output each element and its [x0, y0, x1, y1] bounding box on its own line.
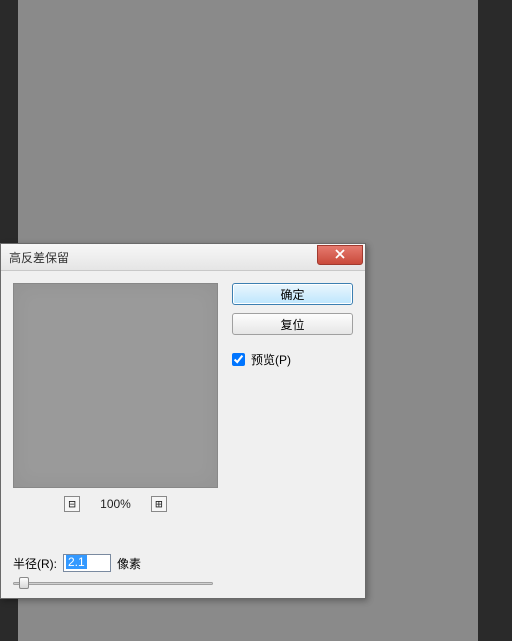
- reset-button[interactable]: 复位: [232, 313, 353, 335]
- slider-thumb[interactable]: [19, 577, 29, 589]
- minus-icon: ⊟: [69, 498, 76, 510]
- preview-checkbox-label: 预览(P): [251, 351, 291, 368]
- radius-value: 2.1: [66, 555, 87, 569]
- zoom-out-button[interactable]: ⊟: [64, 496, 80, 512]
- preview-column: ⊟ 100% ⊞: [13, 283, 218, 512]
- ok-button[interactable]: 确定: [232, 283, 353, 305]
- preview-checkbox-row[interactable]: 预览(P): [232, 351, 353, 368]
- plus-icon: ⊞: [155, 498, 162, 510]
- zoom-controls: ⊟ 100% ⊞: [13, 496, 218, 512]
- ok-label: 确定: [280, 286, 304, 303]
- high-pass-dialog: 高反差保留 ⊟ 100% ⊞ 确定 复位: [0, 243, 366, 599]
- close-button[interactable]: [317, 245, 363, 265]
- radius-slider[interactable]: [13, 576, 213, 590]
- dialog-titlebar[interactable]: 高反差保留: [1, 244, 365, 271]
- zoom-in-button[interactable]: ⊞: [151, 496, 167, 512]
- dialog-title: 高反差保留: [9, 249, 69, 266]
- slider-track: [13, 582, 213, 585]
- reset-label: 复位: [280, 316, 304, 333]
- preview-thumbnail[interactable]: [13, 283, 218, 488]
- controls-column: 确定 复位 预览(P): [232, 283, 353, 512]
- close-icon: [334, 248, 346, 262]
- dialog-body: ⊟ 100% ⊞ 确定 复位 预览(P): [1, 271, 365, 520]
- radius-input[interactable]: 2.1: [63, 554, 111, 572]
- radius-row: 半径(R): 2.1 像素: [13, 554, 141, 572]
- zoom-value: 100%: [100, 497, 131, 511]
- radius-unit: 像素: [117, 555, 141, 572]
- preview-checkbox[interactable]: [232, 353, 245, 366]
- radius-label: 半径(R):: [13, 555, 57, 572]
